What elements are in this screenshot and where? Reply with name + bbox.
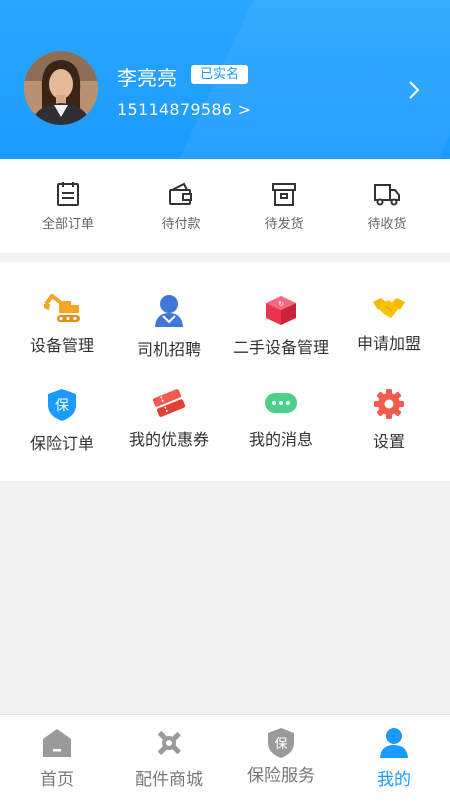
excavator-icon [44,294,80,322]
service-label: 申请加盟 [356,334,421,353]
svg-text:保: 保 [274,737,287,752]
wallet-icon [169,182,192,205]
ticket-icon [152,389,186,417]
tab-label: 配件商城 [135,770,203,790]
svg-text:↻: ↻ [278,300,284,308]
service-label: 设置 [372,432,405,451]
tab-mine[interactable]: 我的 [338,727,450,790]
service-label: 司机招聘 [136,340,201,359]
order-pending-receipt[interactable]: 待收货 [331,181,443,232]
service-join[interactable]: 申请加盟 [333,294,445,354]
user-name: 李亮亮 [117,66,177,90]
handshake-icon [373,298,405,318]
home-icon [43,729,71,757]
service-label: 我的优惠券 [128,430,209,449]
tab-label: 保险服务 [247,766,315,786]
service-insurance-orders[interactable]: 保 保险订单 [6,388,118,454]
service-used-equipment[interactable]: ↻ 二手设备管理 [225,294,337,358]
gear-icon [374,389,404,419]
package-icon: ↻ [266,296,296,325]
order-label: 待收货 [367,217,407,232]
service-label: 我的消息 [248,430,313,449]
order-label: 待发货 [264,217,304,232]
service-settings[interactable]: 设置 [333,388,445,452]
user-phone[interactable]: 15114879586 > [117,100,251,119]
chat-icon [265,393,297,413]
tab-insurance[interactable]: 保 保险服务 [225,727,337,786]
profile-header[interactable]: 李亮亮 已实名 15114879586 > [0,0,450,159]
tab-label: 我的 [377,770,411,790]
bottom-tab-bar: 首页 配件商城 保 保险服务 我的 [0,714,450,801]
clipboard-icon [57,182,79,206]
box-icon [272,183,296,206]
insurance-icon: 保 [268,728,294,758]
driver-icon [155,295,183,327]
order-pending-payment[interactable]: 待付款 [125,181,237,232]
service-coupons[interactable]: 我的优惠券 [113,388,225,450]
user-photo-icon [24,51,98,125]
tab-home[interactable]: 首页 [1,727,113,790]
order-status-bar: 全部订单 待付款 待发货 待收货 [0,159,450,253]
service-label: 设备管理 [29,336,94,355]
tab-parts-mall[interactable]: 配件商城 [113,727,225,790]
avatar[interactable] [24,51,98,125]
service-driver-recruit[interactable]: 司机招聘 [113,294,225,360]
tools-icon [157,730,181,755]
order-label: 全部订单 [41,217,94,232]
verified-badge: 已实名 [191,65,249,84]
svg-text:保: 保 [55,398,69,414]
truck-icon [374,184,400,206]
tab-label: 首页 [40,770,74,790]
service-equipment[interactable]: 设备管理 [6,294,118,356]
chevron-right-icon[interactable] [404,78,424,102]
service-messages[interactable]: 我的消息 [225,388,337,450]
order-label: 待付款 [161,217,201,232]
order-all[interactable]: 全部订单 [12,181,124,232]
service-label: 保险订单 [29,434,94,453]
service-label: 二手设备管理 [232,338,329,357]
profile-icon [380,728,408,758]
order-pending-shipment[interactable]: 待发货 [228,181,340,232]
services-grid: 设备管理 司机招聘 ↻ 二手设备管理 申请加盟 保 保险订单 我的优惠券 我的消… [0,262,450,481]
shield-icon: 保 [48,389,76,421]
